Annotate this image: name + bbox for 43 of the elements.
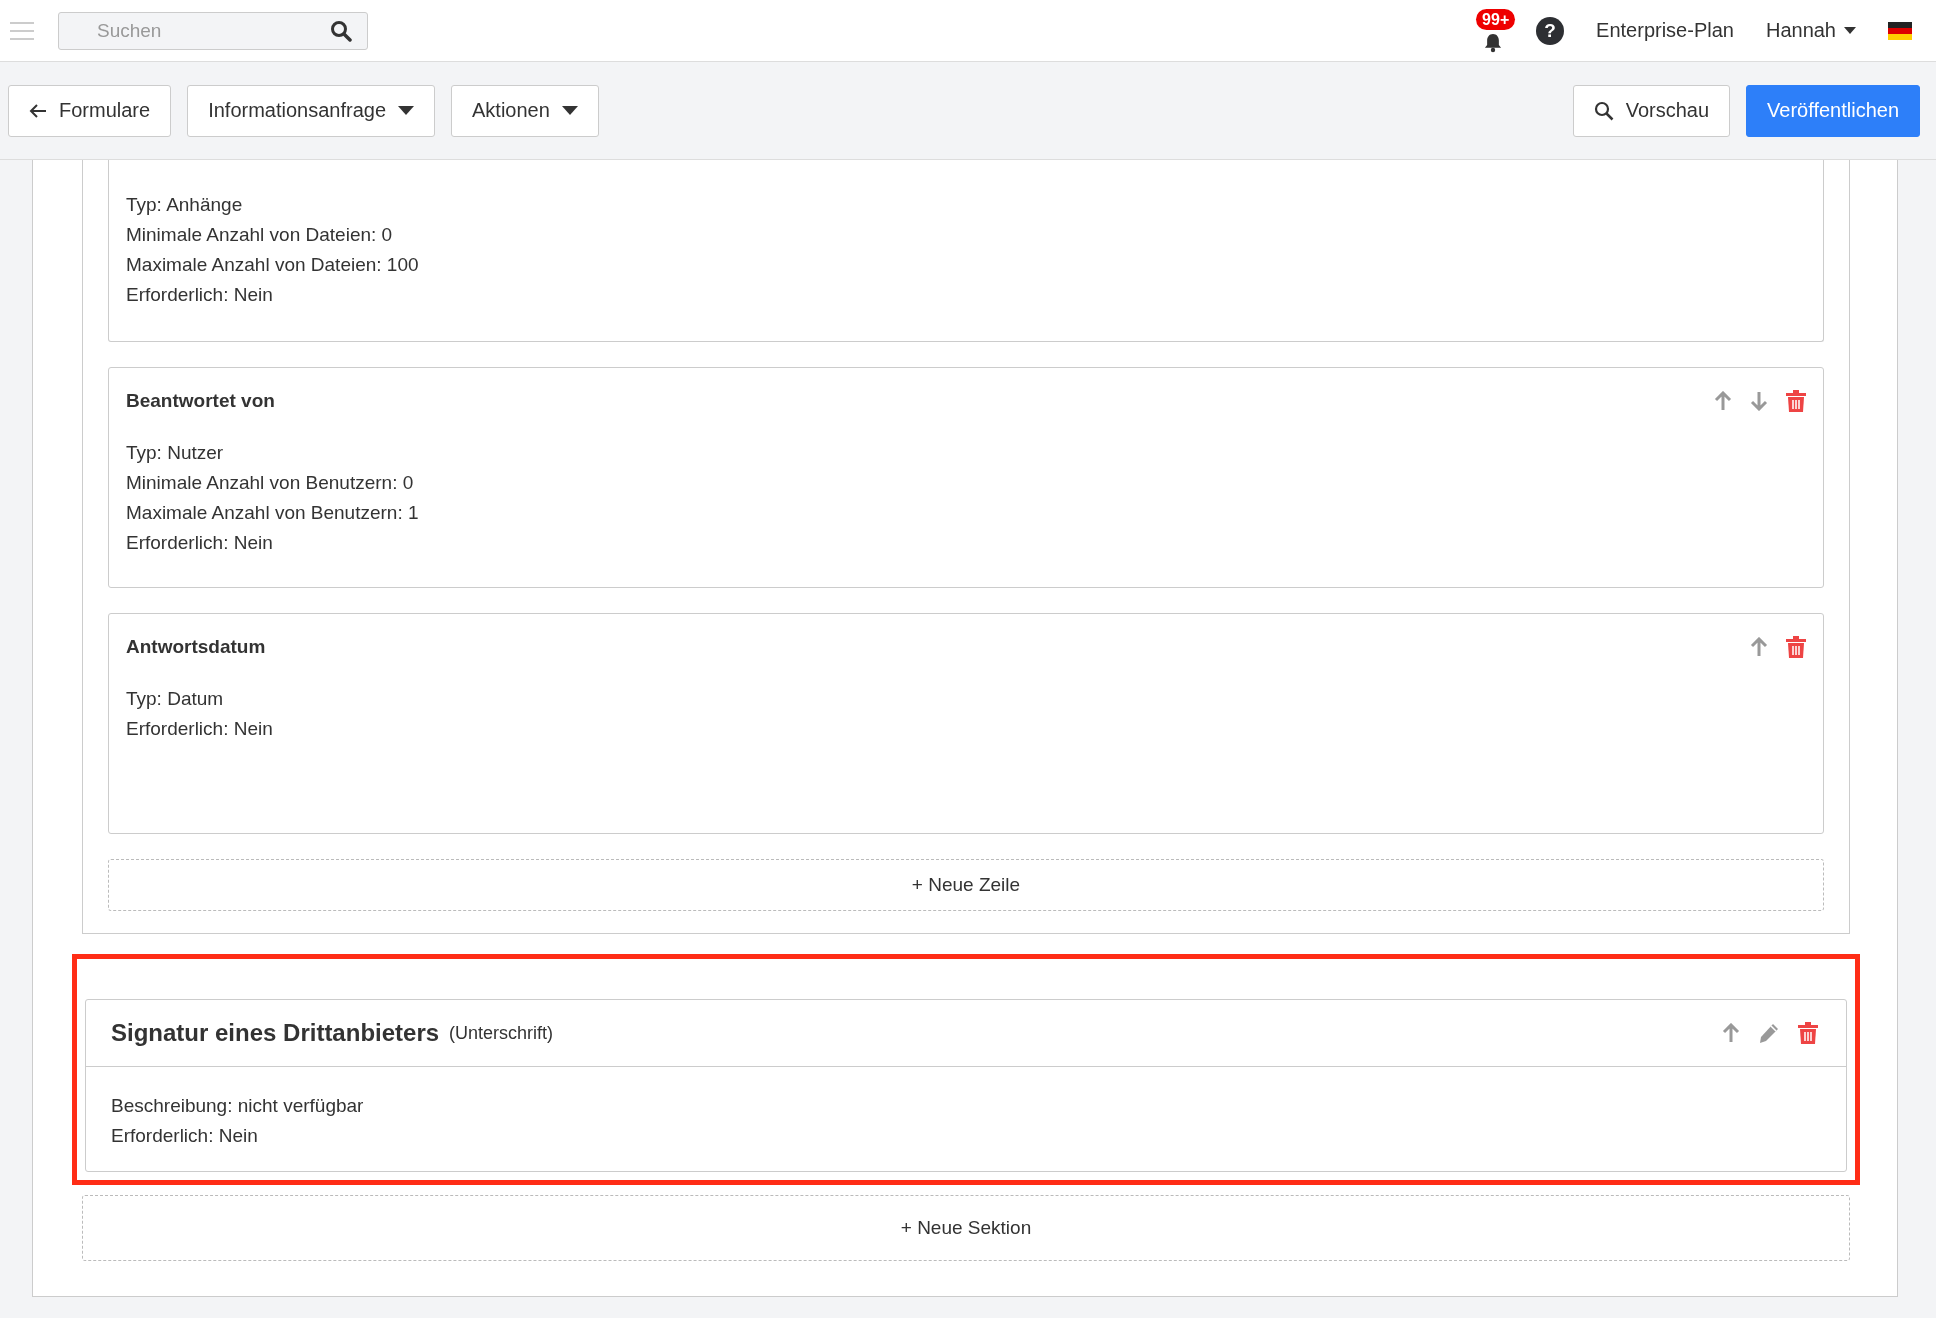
search-field[interactable]: Suchen xyxy=(58,11,368,50)
field-title: Beantwortet von xyxy=(126,390,275,412)
field-property: Typ: Anhänge xyxy=(126,193,244,217)
user-menu[interactable]: Hannah xyxy=(1765,19,1856,42)
arrow-down-icon[interactable] xyxy=(1750,391,1768,411)
field-property: Erforderlich: Nein xyxy=(126,283,274,307)
flag-icon[interactable] xyxy=(1888,21,1912,40)
new-row-button[interactable]: + Neue Zeile xyxy=(108,859,1824,911)
field-property: Typ: Datum xyxy=(126,687,225,711)
notification-count: 99+ xyxy=(1476,8,1516,30)
field-property: Minimale Anzahl von Dateien: 0 xyxy=(126,223,394,247)
trash-icon[interactable] xyxy=(1786,636,1806,658)
arrow-up-icon[interactable] xyxy=(1750,637,1768,657)
section-type: (Unterschrift) xyxy=(449,1022,554,1044)
field-property: Maximale Anzahl von Dateien: 100 xyxy=(126,253,420,277)
back-arrow-icon xyxy=(29,102,47,119)
arrow-up-icon[interactable] xyxy=(1722,1023,1740,1043)
field-property: Maximale Anzahl von Benutzern: 1 xyxy=(126,501,420,525)
new-section-button[interactable]: + Neue Sektion xyxy=(82,1195,1850,1261)
field-property: Minimale Anzahl von Benutzern: 0 xyxy=(126,471,415,495)
caret-icon xyxy=(561,106,578,115)
plan-link[interactable]: Enterprise-Plan xyxy=(1596,19,1734,42)
field-property: Typ: Nutzer xyxy=(126,441,225,465)
actions-dropdown[interactable]: Aktionen xyxy=(451,84,599,137)
section-property: Beschreibung: nicht verfügbar xyxy=(111,1094,365,1118)
trash-icon[interactable] xyxy=(1786,390,1806,412)
field-property: Erforderlich: Nein xyxy=(126,717,274,741)
help-button[interactable]: ? xyxy=(1536,16,1565,45)
section-property: Erforderlich: Nein xyxy=(111,1124,259,1148)
form-dropdown[interactable]: Informationsanfrage xyxy=(187,84,436,137)
section-title: Signatur eines Drittanbieters xyxy=(111,1019,440,1047)
search-icon xyxy=(1593,100,1614,121)
back-button[interactable]: Formulare xyxy=(8,84,172,137)
arrow-up-icon[interactable] xyxy=(1714,391,1732,411)
preview-button[interactable]: Vorschau xyxy=(1572,84,1731,137)
caret-icon xyxy=(398,106,415,115)
field-property: Erforderlich: Nein xyxy=(126,531,274,555)
trash-icon[interactable] xyxy=(1798,1022,1818,1044)
field-title: Antwortsdatum xyxy=(126,636,266,658)
caret-icon xyxy=(1844,27,1856,34)
pencil-icon[interactable] xyxy=(1758,1022,1780,1044)
search-icon[interactable] xyxy=(330,19,352,42)
publish-button[interactable]: Veröffentlichen xyxy=(1746,84,1920,137)
